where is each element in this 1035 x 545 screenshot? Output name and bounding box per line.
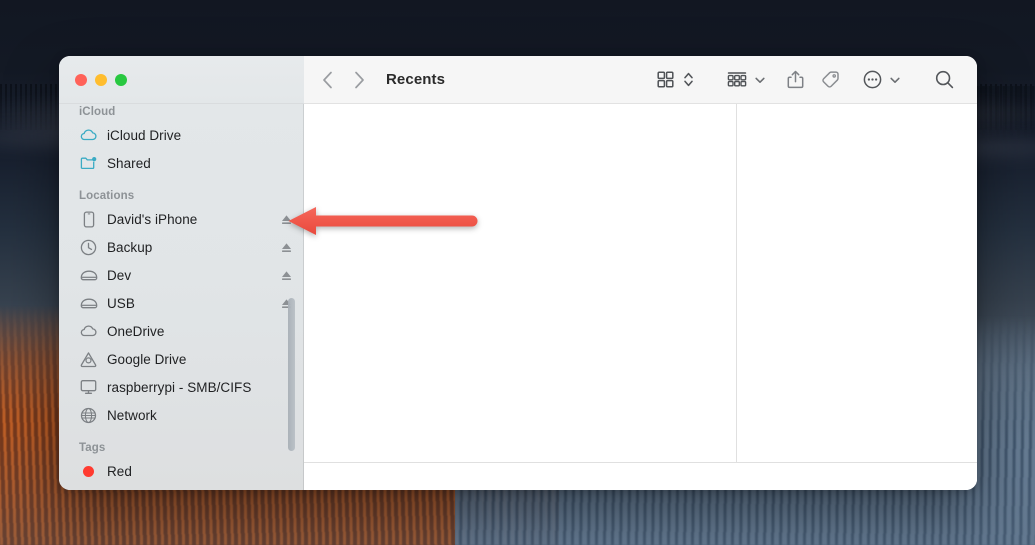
window-body: iCloud iCloud Drive Shared Locations Dav… bbox=[59, 104, 977, 490]
forward-button[interactable] bbox=[348, 67, 370, 93]
zoom-button[interactable] bbox=[115, 73, 127, 86]
sidebar-section-header-tags: Tags bbox=[79, 442, 106, 454]
chevron-down-icon[interactable] bbox=[752, 67, 768, 93]
cloud-icon bbox=[79, 126, 98, 145]
sidebar-item-label: raspberrypi - SMB/CIFS bbox=[107, 379, 252, 395]
chevron-up-down-icon[interactable] bbox=[680, 67, 696, 93]
eject-icon[interactable] bbox=[268, 205, 304, 233]
sidebar-item-label: Red bbox=[107, 463, 132, 479]
status-bar bbox=[304, 462, 977, 490]
sidebar-item-label: Dev bbox=[107, 267, 132, 283]
sidebar-divider bbox=[303, 104, 304, 490]
finder-window: Recents iCloud iCloud Drive Shared Locat… bbox=[59, 56, 977, 490]
chevron-down-icon[interactable] bbox=[887, 67, 903, 93]
iphone-icon bbox=[79, 210, 98, 229]
more-ellipsis-circle-icon[interactable] bbox=[857, 66, 887, 94]
globe-icon bbox=[79, 406, 98, 425]
tag-icon[interactable] bbox=[815, 66, 845, 94]
window-titlebar: Recents bbox=[59, 56, 977, 104]
sidebar-item-label: Shared bbox=[107, 155, 151, 171]
sidebar-item-icloud-drive[interactable]: iCloud Drive bbox=[59, 121, 304, 149]
tag-dot-icon bbox=[79, 462, 98, 481]
sidebar-item-label: USB bbox=[107, 295, 135, 311]
back-button[interactable] bbox=[316, 67, 338, 93]
eject-icon[interactable] bbox=[268, 289, 304, 317]
share-icon[interactable] bbox=[780, 66, 810, 94]
minimize-button[interactable] bbox=[95, 73, 107, 86]
sidebar-item-google-drive[interactable]: Google Drive bbox=[59, 345, 304, 373]
traffic-light-buttons bbox=[75, 73, 127, 86]
group-by-controls bbox=[722, 66, 768, 94]
sidebar-section-header-locations: Locations bbox=[79, 190, 135, 202]
shared-folder-icon bbox=[79, 154, 98, 173]
titlebar-sidebar-region bbox=[59, 56, 304, 104]
close-button[interactable] bbox=[75, 73, 87, 86]
sidebar-scrollbar[interactable] bbox=[288, 298, 295, 451]
sidebar-section-header-icloud: iCloud bbox=[79, 106, 116, 118]
sidebar-scroll-region[interactable]: iCloud iCloud Drive Shared Locations Dav… bbox=[59, 104, 304, 490]
group-by-icon[interactable] bbox=[722, 66, 752, 94]
sidebar-item-shared[interactable]: Shared bbox=[59, 149, 304, 177]
sidebar-item-label: David's iPhone bbox=[107, 211, 198, 227]
external-drive-icon bbox=[79, 266, 98, 285]
cloud-icon bbox=[79, 322, 98, 341]
sidebar-item-tag-red[interactable]: Red bbox=[59, 457, 304, 485]
sidebar-item-label: Network bbox=[107, 407, 157, 423]
monitor-icon bbox=[79, 378, 98, 397]
sidebar-item-label: OneDrive bbox=[107, 323, 165, 339]
sidebar-item-backup[interactable]: Backup bbox=[59, 233, 304, 261]
sidebar-item-label: iCloud Drive bbox=[107, 127, 182, 143]
external-drive-icon bbox=[79, 294, 98, 313]
preview-pane bbox=[737, 104, 977, 462]
content-panes bbox=[304, 104, 977, 462]
toolbar: Recents bbox=[304, 56, 977, 104]
view-controls-group bbox=[650, 66, 696, 94]
sidebar-item-label: Google Drive bbox=[107, 351, 187, 367]
window-title: Recents bbox=[386, 71, 446, 88]
sidebar-item-usb[interactable]: USB bbox=[59, 289, 304, 317]
sidebar-item-davids-iphone[interactable]: David's iPhone bbox=[59, 205, 304, 233]
eject-icon[interactable] bbox=[268, 233, 304, 261]
navigation-buttons bbox=[316, 67, 370, 93]
content-area bbox=[304, 104, 977, 490]
sidebar-item-onedrive[interactable]: OneDrive bbox=[59, 317, 304, 345]
search-icon[interactable] bbox=[929, 66, 959, 94]
clock-icon bbox=[79, 238, 98, 257]
sidebar: iCloud iCloud Drive Shared Locations Dav… bbox=[59, 104, 304, 490]
sidebar-item-network[interactable]: Network bbox=[59, 401, 304, 429]
google-drive-icon bbox=[79, 350, 98, 369]
sidebar-item-raspberrypi[interactable]: raspberrypi - SMB/CIFS bbox=[59, 373, 304, 401]
icon-view-grid-icon[interactable] bbox=[650, 66, 680, 94]
eject-icon[interactable] bbox=[268, 261, 304, 289]
more-actions-group bbox=[857, 66, 903, 94]
sidebar-item-label: Backup bbox=[107, 239, 153, 255]
sidebar-item-dev[interactable]: Dev bbox=[59, 261, 304, 289]
file-list-pane[interactable] bbox=[304, 104, 736, 462]
